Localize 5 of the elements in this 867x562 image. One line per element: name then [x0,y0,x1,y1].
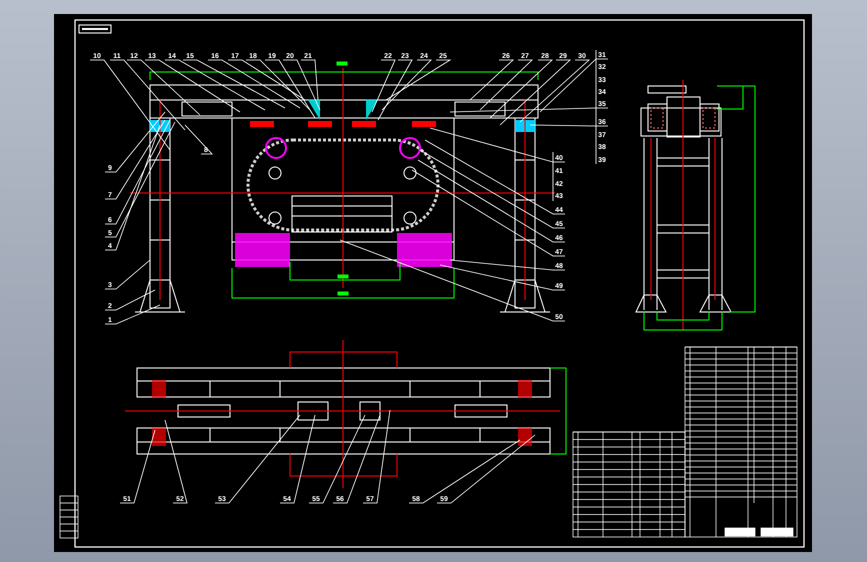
title-tag-drawing [78,24,112,34]
leader-line [104,290,156,310]
revision-block-drawing [60,496,78,538]
leader-line [104,304,160,324]
leader-line [104,260,150,290]
